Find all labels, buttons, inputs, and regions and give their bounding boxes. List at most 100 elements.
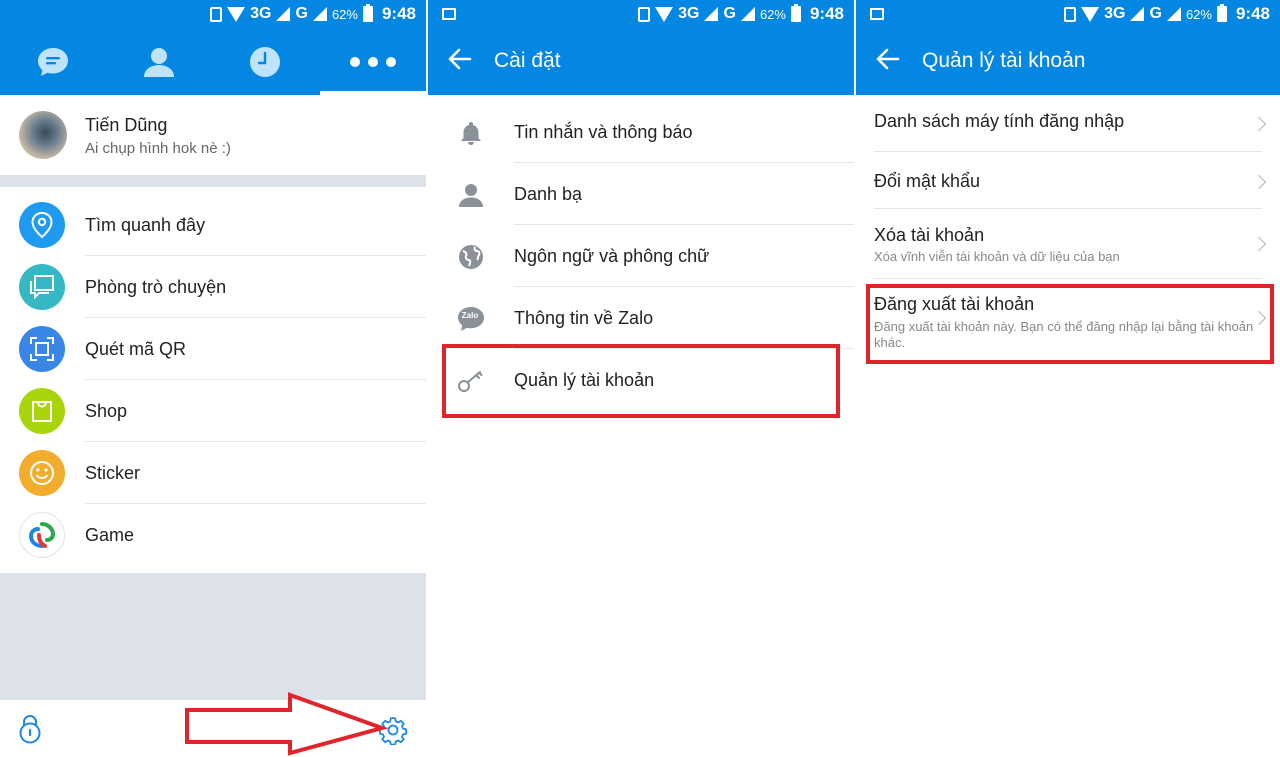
globe-icon: [456, 242, 486, 272]
chat-bubble-icon: [38, 48, 68, 76]
more-dots-icon: [350, 57, 396, 67]
clock-time: 9:48: [809, 4, 844, 23]
status-bar: 3G G 62% 9:48: [428, 0, 854, 29]
menu-item-label: Sticker: [85, 463, 141, 483]
settings-item-contacts[interactable]: Danh bạ: [428, 163, 854, 225]
clock-time: 9:48: [1235, 4, 1270, 23]
menu-item-sticker[interactable]: Sticker: [0, 442, 426, 504]
highlight-box: [442, 344, 840, 418]
settings-item-about-zalo[interactable]: Zalo Thông tin về Zalo: [428, 287, 854, 349]
menu-item-nearby[interactable]: Tìm quanh đây: [0, 194, 426, 256]
menu-item-shop[interactable]: Shop: [0, 380, 426, 442]
smiley-icon: [19, 450, 65, 496]
menu-item-chat-rooms[interactable]: Phòng trò chuyện: [0, 256, 426, 318]
page-title: Cài đặt: [494, 49, 561, 72]
chat-rooms-icon: [19, 264, 65, 310]
settings-item-label: Thông tin về Zalo: [514, 308, 654, 328]
app-bar: Cài đặt: [428, 29, 854, 95]
image-notification-icon: [870, 8, 884, 20]
signal-icon: [1130, 7, 1145, 21]
chevron-right-icon: [1251, 116, 1267, 132]
settings-item-language[interactable]: Ngôn ngữ và phông chữ: [428, 225, 854, 287]
battery-icon: [790, 4, 801, 22]
account-item-label: Đổi mật khẩu: [874, 171, 981, 191]
menu-item-label: Tìm quanh đây: [85, 215, 206, 235]
battery-icon: [1216, 4, 1227, 22]
signal-icon-2: [312, 7, 327, 21]
tab-timeline[interactable]: [212, 29, 318, 95]
section-divider: [0, 175, 426, 187]
profile-row[interactable]: Tiến Dũng Ai chụp hình hok nè :): [0, 95, 426, 177]
account-item-change-password[interactable]: Đổi mật khẩu: [856, 152, 1280, 209]
bell-icon: [456, 118, 486, 148]
network-label: 3G: [678, 5, 700, 22]
app-bar: Quản lý tài khoản: [856, 29, 1280, 95]
status-bar: 3G G 62% 9:48: [0, 0, 426, 29]
account-item-description: Xóa vĩnh viễn tài khoản và dữ liệu của b…: [874, 249, 1120, 264]
annotation-arrow: [185, 692, 389, 756]
vibrate-icon: [210, 6, 223, 22]
panel-account-management: 3G G 62% 9:48 Quản lý tài khoản Danh sác…: [856, 0, 1280, 757]
signal-icon-2: [1166, 7, 1181, 21]
image-notification-icon: [442, 8, 456, 20]
back-arrow-icon[interactable]: [446, 45, 476, 75]
settings-item-label: Tin nhắn và thông báo: [514, 122, 693, 142]
menu-item-qr-scan[interactable]: Quét mã QR: [0, 318, 426, 380]
wifi-icon: [227, 6, 246, 22]
profile-name: Tiến Dũng: [85, 115, 168, 135]
qr-scan-icon: [19, 326, 65, 372]
clock-time: 9:48: [381, 4, 416, 23]
battery-icon: [362, 4, 373, 22]
signal-icon-2: [740, 7, 755, 21]
person-icon: [456, 180, 486, 210]
avatar: [19, 111, 67, 159]
wifi-icon: [1081, 6, 1100, 22]
zalo-logo-icon: Zalo: [456, 304, 486, 334]
wifi-icon: [655, 6, 674, 22]
game-logo-icon: [19, 512, 65, 558]
menu-item-game[interactable]: Game: [0, 504, 426, 566]
signal-icon: [276, 7, 291, 21]
tab-more[interactable]: [320, 29, 426, 95]
location-pin-icon: [19, 202, 65, 248]
account-item-login-computers[interactable]: Danh sách máy tính đăng nhập: [856, 95, 1280, 152]
settings-item-notifications[interactable]: Tin nhắn và thông báo: [428, 101, 854, 163]
profile-status: Ai chụp hình hok nè :): [85, 140, 231, 157]
menu-item-label: Phòng trò chuyện: [85, 277, 227, 297]
tab-messages[interactable]: [0, 29, 106, 95]
back-arrow-icon[interactable]: [874, 45, 904, 75]
network-label: 3G: [1104, 5, 1126, 22]
chevron-right-icon: [1251, 174, 1267, 190]
battery-percent: 62%: [759, 6, 786, 22]
contacts-icon: [144, 48, 174, 77]
network2-label: G: [1149, 5, 1162, 22]
network-label: 3G: [250, 5, 272, 22]
zalo-logo-text: Zalo: [461, 311, 479, 320]
menu-item-label: Game: [85, 525, 135, 545]
account-item-label: Danh sách máy tính đăng nhập: [874, 111, 1125, 131]
vibrate-icon: [638, 6, 651, 22]
menu-item-label: Quét mã QR: [85, 339, 187, 359]
status-bar: 3G G 62% 9:48: [856, 0, 1280, 29]
account-item-delete-account[interactable]: Xóa tài khoản Xóa vĩnh viễn tài khoản và…: [856, 209, 1280, 279]
empty-area: [0, 573, 426, 700]
battery-percent: 62%: [331, 6, 358, 22]
clock-icon: [250, 47, 280, 77]
lock-icon[interactable]: [17, 714, 43, 744]
signal-icon: [704, 7, 719, 21]
network2-label: G: [723, 5, 736, 22]
shopping-bag-icon: [19, 388, 65, 434]
tab-contacts[interactable]: [106, 29, 212, 95]
network2-label: G: [295, 5, 308, 22]
page-title: Quản lý tài khoản: [922, 49, 1086, 72]
panel-more-menu: 3G G 62% 9:48 Tiến Dũng Ai chụp hình hok…: [0, 0, 426, 757]
highlight-box: [866, 284, 1274, 364]
menu-item-label: Shop: [85, 401, 128, 421]
panel-settings: 3G G 62% 9:48 Cài đặt Tin nhắn và thông …: [428, 0, 854, 757]
battery-percent: 62%: [1185, 6, 1212, 22]
settings-item-label: Danh bạ: [514, 184, 583, 204]
settings-item-label: Ngôn ngữ và phông chữ: [514, 246, 710, 266]
account-item-label: Xóa tài khoản: [874, 225, 985, 245]
tab-bar: [0, 29, 426, 95]
vibrate-icon: [1064, 6, 1077, 22]
